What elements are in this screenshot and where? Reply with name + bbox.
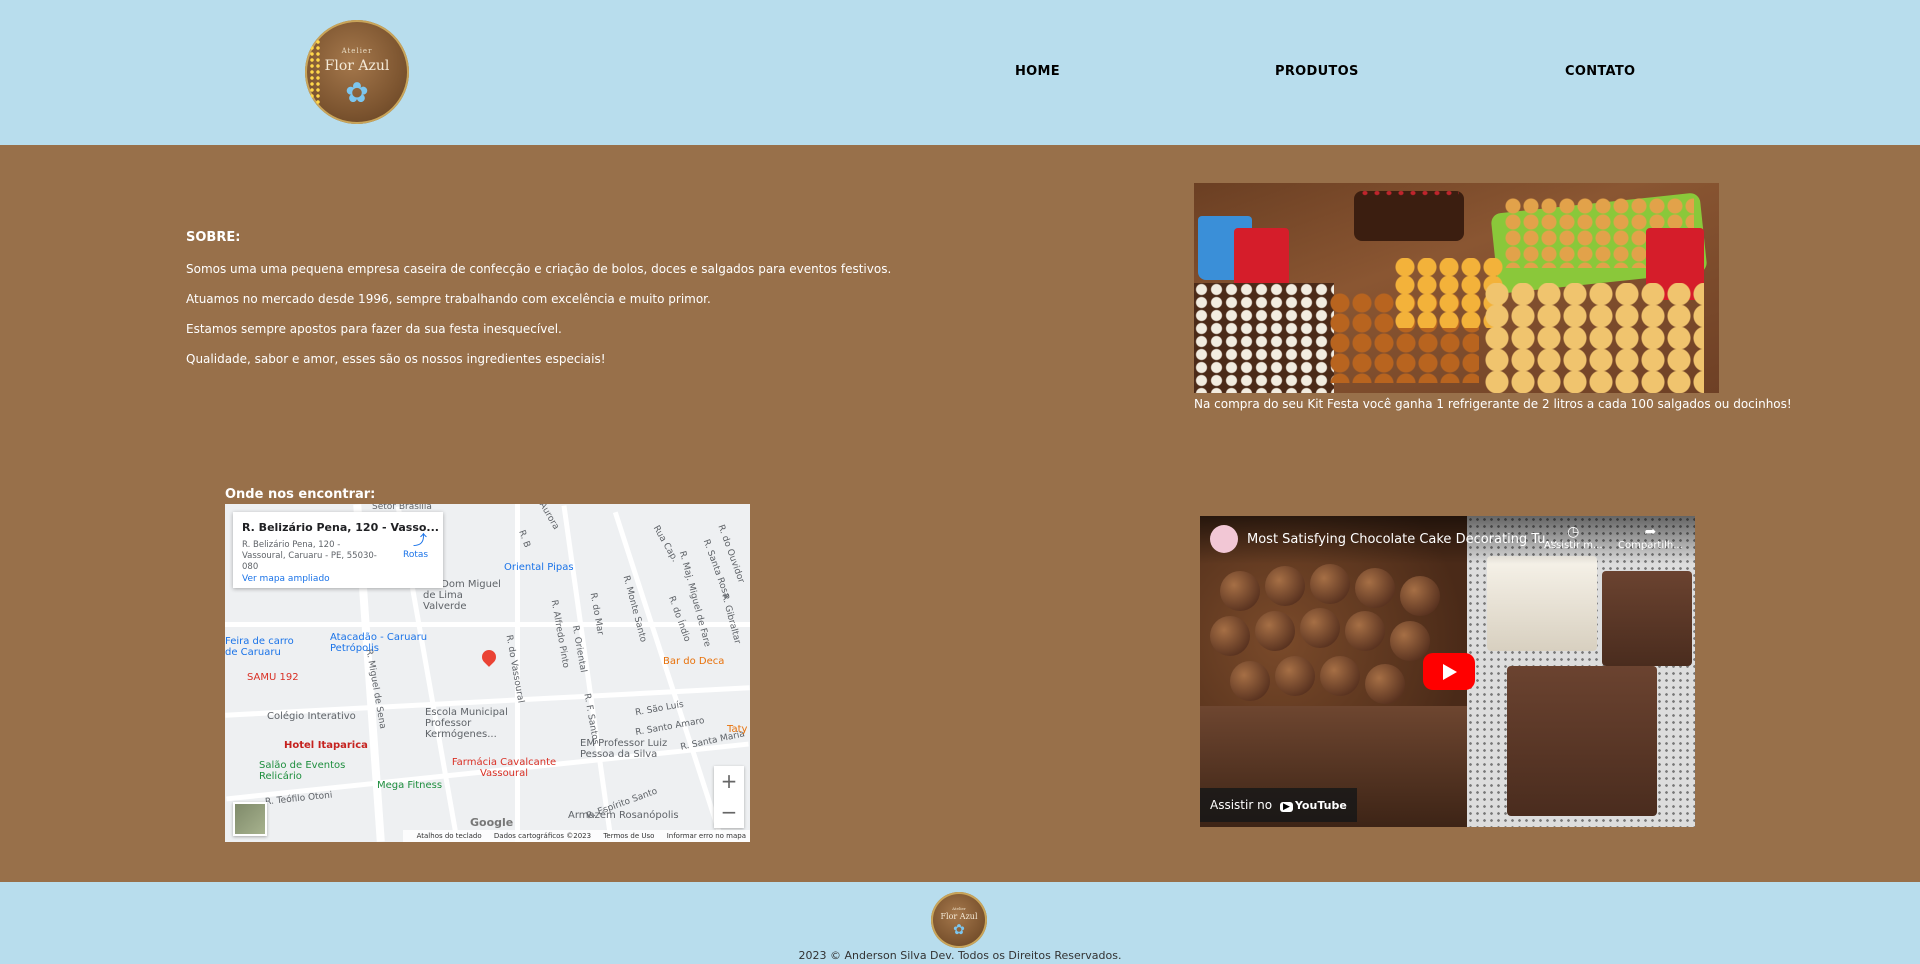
zoom-in-button[interactable]: + [714,766,744,797]
play-button[interactable] [1423,653,1475,690]
nav-produtos[interactable]: PRODUTOS [1275,64,1359,79]
map-card-title: R. Belizário Pena, 120 - Vasso... [242,521,439,534]
site-footer: Atelier Flor Azul ✿ 2023 © Anderson Silv… [0,882,1920,964]
poi-label[interactable]: Mega Fitness [377,780,442,791]
street-label: R. do Índio [666,594,692,644]
flower-icon: ✿ [953,922,965,938]
site-header: Atelier Flor Azul ✿ HOME PRODUTOS CONTAT… [0,0,1920,145]
nav-contato[interactable]: CONTATO [1565,64,1635,79]
poi-label[interactable]: EM Professor Luiz Pessoa da Silva [580,738,690,760]
video-title[interactable]: Most Satisfying Chocolate Cake Decoratin… [1247,532,1558,547]
street-label: Rua Cap. [650,524,680,564]
poi-label[interactable]: Salão de Eventos Relicário [259,760,349,782]
logo-big-text: Flor Azul [940,912,978,921]
site-logo[interactable]: Atelier Flor Azul ✿ [305,20,409,124]
about-paragraph: Atuamos no mercado desde 1996, sempre tr… [186,292,711,306]
street-label: R. São Luís [634,699,685,719]
video-top-bar: Most Satisfying Chocolate Cake Decoratin… [1200,516,1695,564]
poi-label[interactable]: Bar do Deca [663,656,724,667]
poi-label[interactable]: Farmácia Cavalcante Vassoural [449,757,559,779]
logo-big-text: Flor Azul [324,58,390,74]
poi-label[interactable]: Feira de carro de Caruaru [225,636,297,658]
channel-avatar[interactable] [1210,525,1238,553]
google-logo: Google [470,816,514,829]
share-button[interactable]: ➦ Compartilh... [1618,524,1683,551]
logo-small-text: Atelier [341,47,373,55]
street-label: R. do Mar [587,592,605,636]
poi-label[interactable]: Oriental Pipas [504,562,574,573]
larger-map-link[interactable]: Ver mapa ampliado [242,574,330,584]
street-label: R. Alfredo Pinto [548,599,571,669]
footer-logo: Atelier Flor Azul ✿ [931,892,987,948]
zoom-out-button[interactable]: − [714,797,744,828]
directions-link[interactable]: Rotas [403,550,428,560]
map-card-address: R. Belizário Pena, 120 - Vassoural, Caru… [242,540,377,572]
map-data-label: Dados cartográficos ©2023 [493,832,592,840]
watch-later-button[interactable]: ◷ Assistir m... [1544,524,1603,551]
watch-on-label: Assistir no [1210,798,1273,812]
map-heading: Onde nos encontrar: [225,487,376,502]
terms-link[interactable]: Termos de Uso [603,832,654,840]
about-paragraph: Estamos sempre apostos para fazer da sua… [186,322,562,336]
share-icon: ➦ [1644,524,1657,540]
map-info-card: R. Belizário Pena, 120 - Vasso... R. Bel… [233,512,443,588]
street-label: R. do Vassoural [503,634,526,704]
party-food-image [1194,183,1719,393]
flower-icon: ✿ [345,76,369,109]
street-label: R. Aurora [531,504,561,532]
poi-label[interactable]: Hotel Itaparica [284,740,368,751]
watch-on-youtube-button[interactable]: Assistir no ▶ YouTube [1200,788,1357,822]
report-error-link[interactable]: Informar erro no mapa [667,832,746,840]
about-paragraph: Qualidade, sabor e amor, esses são os no… [186,352,606,366]
logo-small-text: Atelier [952,906,966,911]
poi-label[interactable]: Colégio Interativo [267,711,356,722]
street-label: R. Santo Amaro [634,716,706,738]
clock-icon: ◷ [1567,524,1580,540]
street-label: Setor Brasília [372,504,432,512]
about-title: SOBRE: [186,230,241,245]
map-footer: Atalhos do teclado Dados cartográficos ©… [402,830,750,842]
youtube-wordmark: YouTube [1294,798,1347,812]
main-content: SOBRE: Somos uma uma pequena empresa cas… [0,145,1920,882]
street-label: R. Gibraltar [719,592,743,646]
poi-label[interactable]: Atacadão - Caruaru Petrópolis [330,632,430,654]
watch-later-label: Assistir m... [1544,540,1603,551]
satellite-toggle[interactable] [233,802,267,836]
location-pin-icon[interactable] [479,647,499,667]
youtube-video-embed[interactable]: Most Satisfying Chocolate Cake Decoratin… [1200,516,1695,827]
nav-home[interactable]: HOME [1015,64,1060,79]
share-label: Compartilh... [1618,540,1683,551]
zoom-controls: + − [714,766,744,828]
keyboard-shortcuts-link[interactable]: Atalhos do teclado [417,832,482,840]
location-map[interactable]: Setor Brasília R. Aurora R. B Rua Cap. R… [225,504,750,842]
promo-caption: Na compra do seu Kit Festa você ganha 1 … [1194,397,1792,411]
directions-icon[interactable]: ⤴ [413,530,427,550]
poi-label[interactable]: Taty [727,724,747,735]
about-paragraph: Somos uma uma pequena empresa caseira de… [186,262,892,276]
copyright-text: 2023 © Anderson Silva Dev. Todos os Dire… [798,949,1122,962]
poi-label[interactable]: Escola Municipal Professor Kermógenes... [425,707,545,740]
poi-label[interactable]: SAMU 192 [247,672,299,683]
poi-label[interactable]: Armazém Rosanópolis [568,810,679,821]
youtube-logo: ▶ YouTube [1280,799,1347,812]
